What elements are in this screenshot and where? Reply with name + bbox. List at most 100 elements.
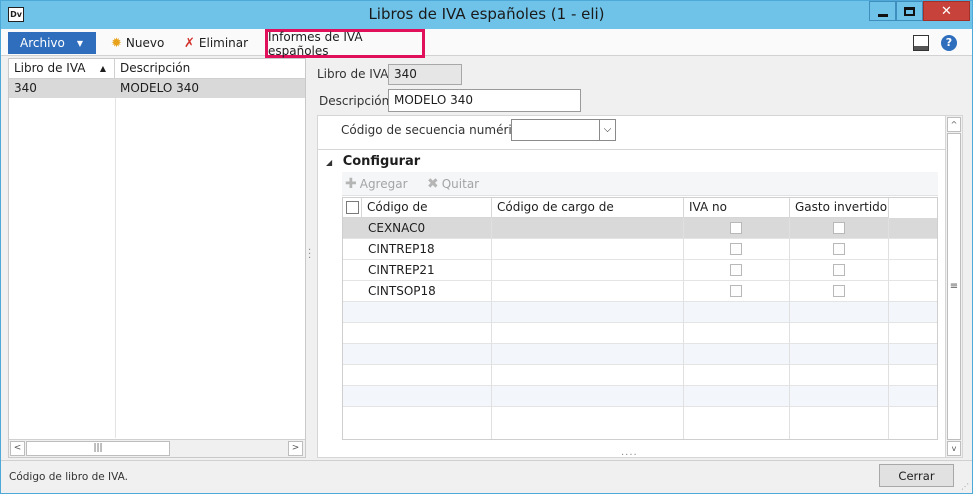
cell-codigo: CINTSOP18	[362, 281, 492, 302]
cell-iva-no-deducible	[684, 239, 790, 260]
column-header-gasto-invertido[interactable]: Gasto invertido	[790, 198, 889, 218]
configuration-panel: Código de secuencia numérica: ⌵ ◢ Config…	[317, 115, 963, 458]
cell-gasto-invertido	[790, 260, 889, 281]
new-star-icon: ✹	[111, 35, 122, 51]
scroll-right-icon[interactable]: >	[288, 441, 303, 456]
cell-iva-no-deducible	[684, 218, 790, 239]
informes-iva-button[interactable]: Informes de IVA españoles	[265, 29, 425, 58]
archivo-menu-button[interactable]: Archivo ▼	[8, 32, 96, 54]
table-row[interactable]: CINTSOP18	[343, 281, 937, 302]
quitar-button[interactable]: ✖ Quitar	[427, 176, 479, 192]
cell-cargo[interactable]	[492, 218, 684, 239]
column-header-descripcion[interactable]: Descripción	[115, 59, 305, 79]
list-item[interactable]: 340 MODELO 340	[9, 79, 305, 98]
scroll-thumb[interactable]: |||	[26, 441, 170, 456]
cell-cargo[interactable]	[492, 239, 684, 260]
nuevo-label: Nuevo	[125, 36, 165, 50]
column-divider	[684, 302, 790, 439]
agregar-label: Agregar	[359, 177, 408, 191]
iva-no-deducible-checkbox[interactable]	[730, 222, 742, 234]
eliminar-label: Eliminar	[198, 36, 249, 50]
help-icon[interactable]: ?	[941, 35, 957, 51]
window: Dv Libros de IVA españoles (1 - eli) ✕ A…	[0, 0, 973, 494]
gasto-invertido-checkbox[interactable]	[833, 264, 845, 276]
libro-label: Libro de IVA:	[317, 67, 393, 81]
cell-cargo[interactable]	[492, 281, 684, 302]
column-divider	[492, 302, 684, 439]
status-text: Código de libro de IVA.	[9, 471, 128, 483]
secuencia-select[interactable]: ⌵	[511, 119, 616, 141]
gasto-invertido-checkbox[interactable]	[833, 285, 845, 297]
close-icon: ✕	[941, 3, 952, 19]
nuevo-button[interactable]: ✹ Nuevo	[111, 34, 164, 52]
column-header-libro[interactable]: Libro de IVA ▲	[9, 59, 115, 79]
cell-gasto-invertido	[790, 239, 889, 260]
select-all-header	[343, 198, 362, 218]
cell-iva-no-deducible	[684, 281, 790, 302]
scroll-up-icon[interactable]: ^	[947, 117, 961, 132]
libros-list: Libro de IVA ▲ Descripción 340 MODELO 34…	[8, 58, 306, 458]
table-row[interactable]: CEXNAC0	[343, 218, 937, 239]
secuencia-label: Código de secuencia numérica:	[341, 123, 530, 137]
section-divider	[318, 149, 946, 150]
horizontal-scrollbar[interactable]: < ||| >	[9, 439, 305, 457]
eliminar-button[interactable]: ✗ Eliminar	[184, 34, 248, 52]
column-header-iva-no-deducible[interactable]: IVA no deducible	[684, 198, 790, 233]
configurar-section-header[interactable]: ◢ Configurar	[326, 154, 420, 169]
gasto-invertido-checkbox[interactable]	[833, 243, 845, 255]
status-bar: Código de libro de IVA. Cerrar ⋰	[1, 460, 972, 493]
chevron-down-icon[interactable]: ⌵	[599, 120, 615, 140]
grid-toolbar: ✚ Agregar ✖ Quitar	[342, 172, 938, 196]
collapse-icon: ◢	[326, 158, 333, 167]
close-window-button[interactable]: ✕	[923, 1, 970, 21]
column-divider	[115, 98, 116, 438]
list-cell-libro: 340	[14, 81, 37, 95]
plus-icon: ✚	[345, 176, 357, 192]
remove-x-icon: ✖	[427, 176, 439, 192]
cell-gasto-invertido	[790, 281, 889, 302]
iva-no-deducible-checkbox[interactable]	[730, 243, 742, 255]
window-title: Libros de IVA españoles (1 - eli)	[368, 5, 605, 23]
scroll-down-icon[interactable]: v	[947, 441, 961, 456]
chevron-down-icon: ▼	[76, 38, 84, 48]
column-header-codigo-impuestos[interactable]: Código de impuestos	[362, 198, 492, 233]
vertical-scrollbar[interactable]: ^ ≡ v	[945, 116, 962, 457]
details-pane: Libro de IVA: 340 Descripción: MODELO 34…	[312, 58, 963, 458]
cell-gasto-invertido	[790, 218, 889, 239]
minimize-button[interactable]	[869, 1, 896, 21]
configurar-title: Configurar	[342, 154, 421, 169]
descripcion-field[interactable]: MODELO 340	[388, 89, 581, 112]
cell-codigo: CINTREP21	[362, 260, 492, 281]
action-pane: Archivo ▼ ✹ Nuevo ✗ Eliminar Informes de…	[1, 29, 972, 58]
pane-splitter[interactable]: · · ·	[308, 246, 311, 264]
resize-grip-icon[interactable]: ⋰	[961, 482, 969, 491]
descripcion-label: Descripción:	[319, 94, 394, 108]
table-row[interactable]: CINTREP21	[343, 260, 937, 281]
list-header: Libro de IVA ▲ Descripción	[9, 59, 305, 79]
iva-no-deducible-checkbox[interactable]	[730, 264, 742, 276]
list-cell-descripcion: MODELO 340	[120, 81, 200, 95]
title-bar: Dv Libros de IVA españoles (1 - eli) ✕	[1, 1, 972, 29]
table-row[interactable]: CINTREP18	[343, 239, 937, 260]
cell-iva-no-deducible	[684, 260, 790, 281]
maximize-icon	[904, 6, 915, 16]
iva-no-deducible-checkbox[interactable]	[730, 285, 742, 297]
column-divider	[790, 302, 889, 439]
cerrar-button[interactable]: Cerrar	[879, 464, 954, 487]
sort-ascending-icon: ▲	[99, 64, 106, 73]
gasto-invertido-checkbox[interactable]	[833, 222, 845, 234]
libro-field: 340	[388, 64, 462, 85]
scroll-left-icon[interactable]: <	[10, 441, 25, 456]
scroll-thumb[interactable]: ≡	[947, 133, 961, 440]
delete-x-icon: ✗	[184, 35, 195, 51]
layout-icon[interactable]	[913, 35, 929, 51]
agregar-button[interactable]: ✚ Agregar	[345, 176, 408, 192]
column-header-cargo-equivalencia[interactable]: Código de cargo de equivalencia	[492, 198, 684, 233]
select-all-checkbox[interactable]	[346, 201, 359, 214]
maximize-button[interactable]	[896, 1, 923, 21]
tax-codes-grid: Código de impuestos Código de cargo de e…	[342, 197, 938, 440]
column-divider	[362, 302, 492, 439]
column-header-libro-label: Libro de IVA	[14, 61, 86, 75]
minimize-icon	[877, 13, 888, 17]
cell-cargo[interactable]	[492, 260, 684, 281]
